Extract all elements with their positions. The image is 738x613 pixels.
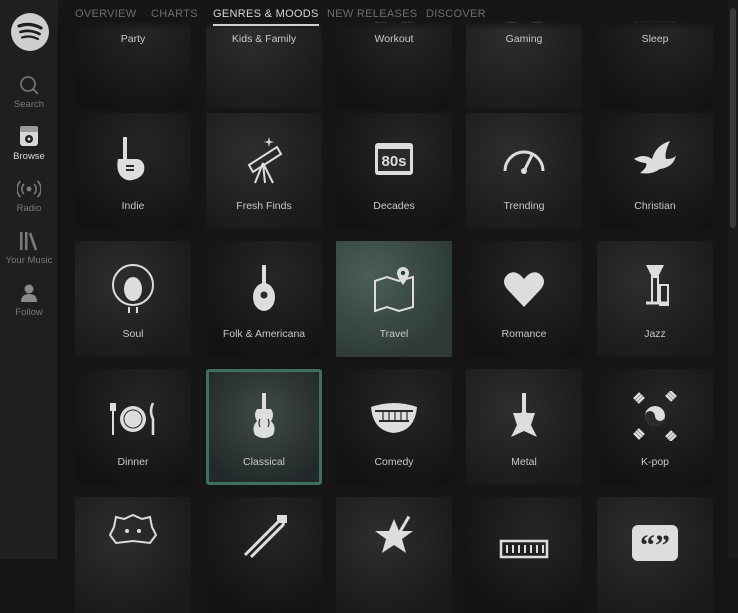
electric-guitar-icon: [117, 137, 145, 181]
spotify-logo[interactable]: [10, 12, 50, 52]
genre-label: Travel: [379, 328, 409, 340]
genre-tile-comedy[interactable]: Comedy: [336, 369, 452, 485]
tab-new-releases[interactable]: NEW RELEASES: [327, 8, 417, 20]
telescope-icon: [247, 137, 283, 184]
afro-face-icon: [112, 264, 154, 313]
sidebar-item-label: Radio: [16, 203, 42, 214]
sidebar: Search Browse Radio Your Music Follow: [0, 0, 59, 559]
violin-icon: [253, 393, 275, 438]
radio-icon: [17, 180, 41, 198]
genre-tile-safety-pin[interactable]: [206, 497, 322, 613]
genre-tile-quote[interactable]: “”: [597, 497, 713, 613]
genre-label: Comedy: [374, 456, 414, 468]
genre-label: Metal: [511, 456, 537, 468]
dove-icon: [634, 141, 676, 174]
genre-tile-lion[interactable]: [75, 497, 191, 613]
genre-tile-decades[interactable]: 80s Decades: [336, 113, 452, 229]
sidebar-item-radio[interactable]: Radio: [0, 178, 58, 214]
genre-label: Fresh Finds: [236, 200, 292, 212]
genre-label: K-pop: [640, 456, 670, 468]
genre-label: Dinner: [117, 456, 149, 468]
genre-label: Trending: [503, 200, 545, 212]
metal-guitar-icon: [511, 393, 537, 437]
heart-icon: [504, 272, 544, 307]
harmonica-icon: [499, 539, 549, 559]
svg-text:80s: 80s: [381, 153, 406, 170]
quote-icon: “”: [632, 525, 678, 561]
sidebar-item-label: Follow: [15, 307, 43, 318]
tab-charts[interactable]: CHARTS: [151, 8, 198, 20]
genre-tile-classical[interactable]: Classical: [206, 369, 322, 485]
teeth-icon: [371, 403, 417, 433]
genre-tile-trending[interactable]: Trending: [466, 113, 582, 229]
genre-tile-fresh-finds[interactable]: Fresh Finds: [206, 113, 322, 229]
trumpet-icon: [646, 265, 669, 306]
genre-tile-folk-americana[interactable]: Folk & Americana: [206, 241, 322, 357]
80s-icon: 80s: [375, 143, 413, 175]
browse-tabs: OVERVIEW CHARTS GENRES & MOODS NEW RELEA…: [58, 0, 728, 30]
genre-label: Indie: [121, 200, 145, 212]
genre-tile-travel[interactable]: Travel: [336, 241, 452, 357]
genre-label: Classical: [242, 456, 285, 468]
genre-label: Kids & Family: [231, 33, 297, 45]
genre-label: Workout: [374, 33, 414, 45]
lion-icon: [108, 513, 158, 545]
genre-label: Romance: [501, 328, 547, 340]
scrollbar[interactable]: [728, 0, 738, 559]
genre-label: Decades: [373, 200, 415, 212]
genre-label: Gaming: [505, 33, 543, 45]
tab-overview[interactable]: OVERVIEW: [75, 8, 137, 20]
tab-discover[interactable]: DISCOVER: [426, 8, 486, 20]
genre-tile-k-pop[interactable]: K-pop: [597, 369, 713, 485]
genre-label: Party: [120, 33, 146, 45]
genre-label: Soul: [122, 328, 144, 340]
safety-pin-icon: [243, 515, 287, 559]
plate-cutlery-icon: [110, 402, 155, 435]
sidebar-item-search[interactable]: Search: [0, 74, 58, 110]
genre-tile-soul[interactable]: Soul: [75, 241, 191, 357]
sidebar-item-browse[interactable]: Browse: [0, 124, 58, 162]
genre-tile-jazz[interactable]: Jazz: [597, 241, 713, 357]
sidebar-item-label: Your Music: [5, 255, 53, 266]
gauge-icon: [503, 150, 545, 174]
library-icon: [20, 232, 38, 251]
sidebar-item-label: Browse: [13, 151, 45, 162]
sidebar-item-follow[interactable]: Follow: [0, 282, 58, 318]
follow-icon: [21, 284, 37, 302]
mandolin-icon: [253, 265, 275, 311]
genre-tile-indie[interactable]: Indie: [75, 113, 191, 229]
genre-tile-romance[interactable]: Romance: [466, 241, 582, 357]
star-guitar-icon: [375, 515, 413, 553]
map-pin-icon: [374, 267, 414, 313]
genre-label: Sleep: [641, 33, 669, 45]
sidebar-item-label: Search: [13, 99, 45, 110]
svg-text:“”: “”: [640, 529, 670, 561]
search-icon: [20, 76, 39, 95]
tab-genres-moods[interactable]: GENRES & MOODS: [213, 8, 319, 26]
genre-tile-star-guitar[interactable]: [336, 497, 452, 613]
genre-label: Christian: [634, 200, 676, 212]
genre-tile-dinner[interactable]: Dinner: [75, 369, 191, 485]
genre-tile-harmonica[interactable]: [466, 497, 582, 613]
genre-tile-metal[interactable]: Metal: [466, 369, 582, 485]
genre-label: Folk & Americana: [222, 328, 306, 340]
scrollbar-thumb[interactable]: [730, 8, 736, 228]
genre-label: Jazz: [644, 328, 666, 340]
korean-flag-icon: [633, 391, 677, 441]
sidebar-item-your-music[interactable]: Your Music: [0, 230, 58, 266]
browse-icon: [20, 126, 38, 146]
genre-tile-christian[interactable]: Christian: [597, 113, 713, 229]
